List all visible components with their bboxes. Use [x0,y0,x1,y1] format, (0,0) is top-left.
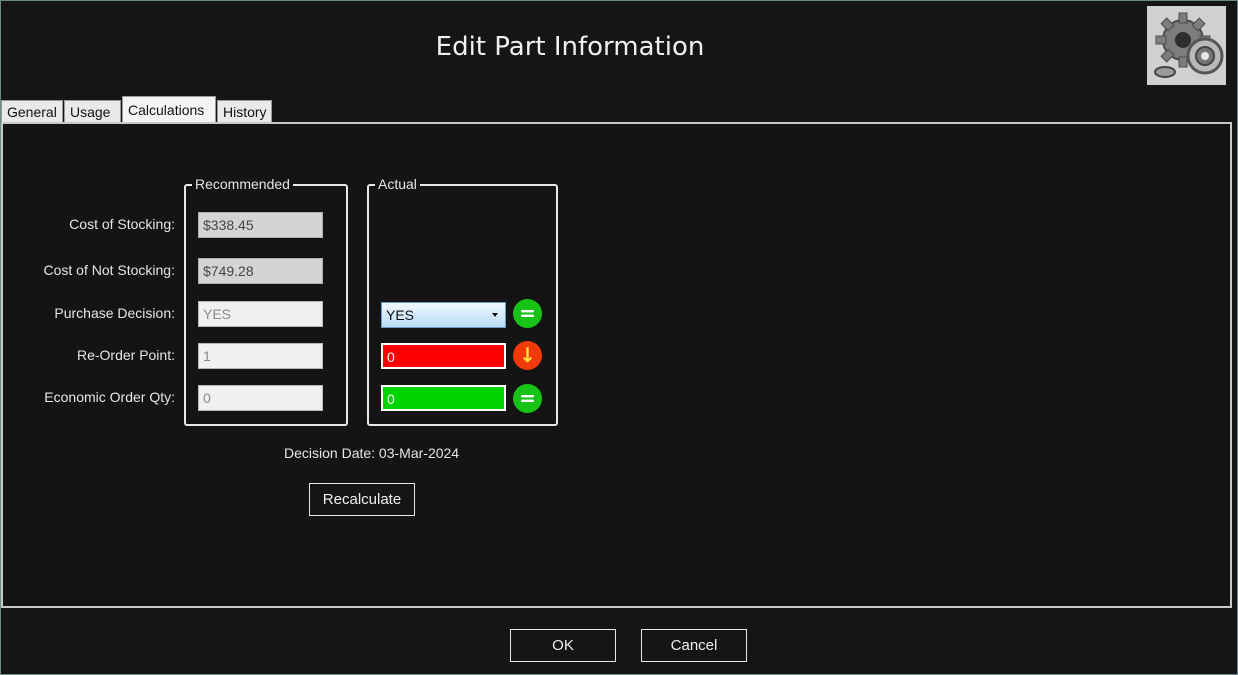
reorder-point-label: Re-Order Point: [76,347,175,363]
equal-status-icon: = [513,384,542,413]
tab-history[interactable]: History [217,100,272,122]
recommended-cost-of-stocking-field[interactable]: $338.45 [198,212,323,238]
decision-date-text: Decision Date: 03-Mar-2024 [284,445,460,461]
recalculate-button[interactable]: Recalculate [309,483,415,516]
window-title: Edit Part Information [435,32,705,62]
actual-reorder-point-field[interactable]: 0 [381,343,506,369]
down-arrow-status-icon: ↓ [513,341,542,370]
actual-purchase-decision-select[interactable]: YES [381,302,506,328]
recommended-group-title: Recommended [192,176,293,192]
cost-of-stocking-label: Cost of Stocking: [69,216,175,232]
tab-usage[interactable]: Usage [64,100,121,122]
dropdown-arrow-icon [492,313,498,317]
actual-economic-order-qty-field[interactable]: 0 [381,385,506,411]
economic-order-qty-label: Economic Order Qty: [44,389,175,405]
actual-group-title: Actual [375,176,420,192]
actual-purchase-decision-value: YES [386,307,415,323]
equal-status-icon: = [513,299,542,328]
tab-calculations[interactable]: Calculations [122,96,216,123]
recommended-cost-of-not-stocking-field[interactable]: $749.28 [198,258,323,284]
recommended-reorder-point-field[interactable]: 1 [198,343,323,369]
ok-button[interactable]: OK [510,629,616,662]
cancel-button[interactable]: Cancel [641,629,747,662]
cost-of-not-stocking-label: Cost of Not Stocking: [43,262,175,278]
recommended-economic-order-qty-field[interactable]: 0 [198,385,323,411]
recommended-purchase-decision-field[interactable]: YES [198,301,323,327]
gears-logo-icon [1147,6,1226,85]
purchase-decision-label: Purchase Decision: [54,305,175,321]
tab-general[interactable]: General [1,100,63,122]
